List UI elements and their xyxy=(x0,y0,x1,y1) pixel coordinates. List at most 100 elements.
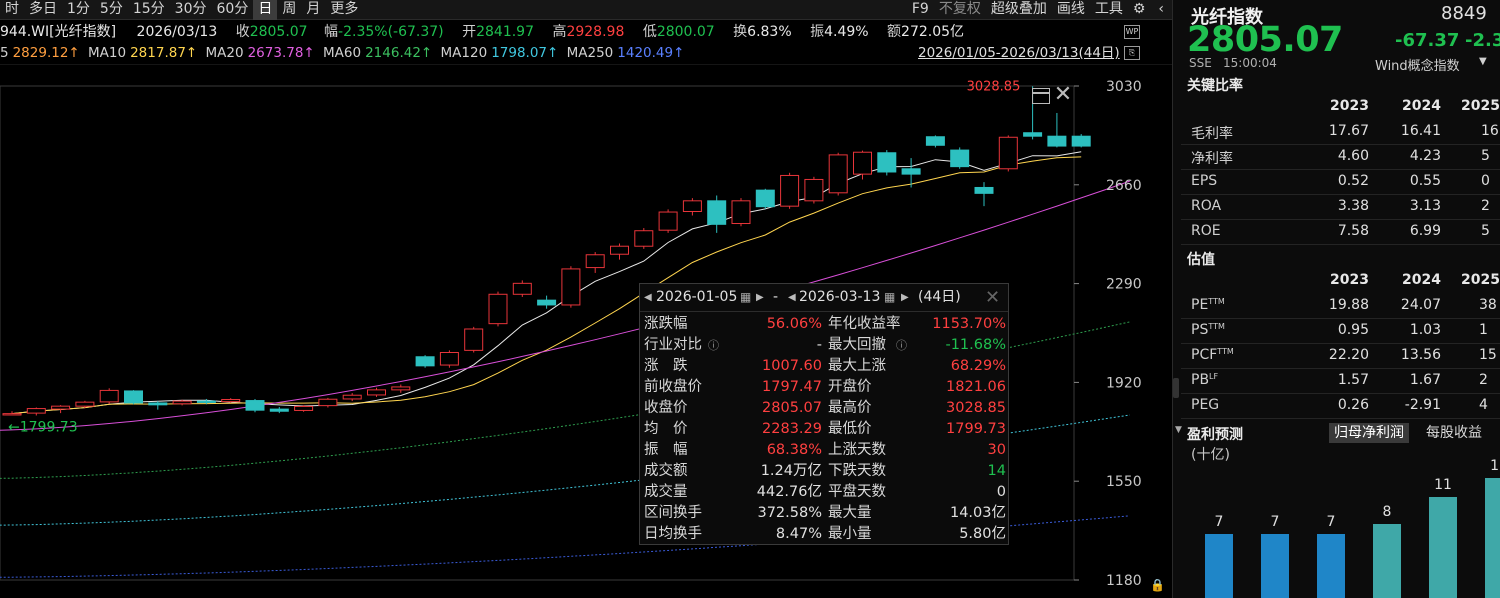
candle-body[interactable] xyxy=(221,398,241,403)
candle-body[interactable] xyxy=(464,328,484,351)
tab-eps[interactable]: 每股收益 xyxy=(1421,423,1487,443)
close-icon[interactable]: ✕ xyxy=(1052,84,1074,106)
period-tab-more[interactable]: 更多 xyxy=(325,0,363,20)
end-date-field[interactable]: 2026-03-13 xyxy=(799,284,880,311)
period-tab-15min[interactable]: 15分 xyxy=(128,0,170,20)
forecast-bar[interactable] xyxy=(1373,524,1401,598)
forecast-bar[interactable] xyxy=(1485,478,1500,598)
candle-body[interactable] xyxy=(901,168,921,175)
ratio-year-2023: 2023 xyxy=(1330,98,1369,114)
candle-body[interactable] xyxy=(585,254,605,269)
row-divider xyxy=(1181,393,1500,394)
tab-net-profit[interactable]: 归母净利润 xyxy=(1329,423,1409,443)
candle-body[interactable] xyxy=(75,401,95,407)
candle-body[interactable] xyxy=(998,136,1018,170)
forecast-bar[interactable] xyxy=(1205,534,1233,598)
period-tab-60min[interactable]: 60分 xyxy=(212,0,254,20)
period-tab-month[interactable]: 月 xyxy=(301,0,325,20)
end-prev-icon[interactable]: ◀ xyxy=(788,284,796,311)
chevron-left-icon[interactable]: ‹ xyxy=(1150,0,1172,20)
popup-close-icon[interactable]: ✕ xyxy=(985,284,1000,311)
end-next-icon[interactable]: ▶ xyxy=(901,284,909,311)
candle-body[interactable] xyxy=(148,402,168,406)
forecast-bar[interactable] xyxy=(1317,534,1345,598)
start-next-icon[interactable]: ▶ xyxy=(756,284,764,311)
start-date-field[interactable]: 2026-01-05 xyxy=(656,284,737,311)
candle-body[interactable] xyxy=(950,149,970,168)
candle-body[interactable] xyxy=(1071,135,1091,147)
candle-body[interactable] xyxy=(488,293,508,325)
candle-body[interactable] xyxy=(828,154,848,194)
candle-body[interactable] xyxy=(196,400,216,403)
forecast-bar[interactable] xyxy=(1429,497,1457,598)
lock-icon[interactable]: 🔒 xyxy=(1150,578,1165,592)
candle-body[interactable] xyxy=(1047,135,1067,147)
candle-body[interactable] xyxy=(26,408,46,414)
start-calendar-icon[interactable]: ▦ xyxy=(740,284,751,311)
candle-body[interactable] xyxy=(610,245,629,255)
help-icon[interactable]: ⓘ xyxy=(896,335,907,356)
overlay-button[interactable]: 超级叠加 xyxy=(986,0,1052,20)
period-tab-day[interactable]: 日 xyxy=(253,0,278,20)
forecast-bar[interactable] xyxy=(1261,534,1289,598)
candle-body[interactable] xyxy=(561,268,581,306)
end-calendar-icon[interactable]: ▦ xyxy=(884,284,895,311)
candle-body[interactable] xyxy=(2,413,22,416)
collapse-triangle-icon[interactable]: ▼ xyxy=(1175,425,1182,435)
candle-body[interactable] xyxy=(415,356,435,367)
panel-scrollbar[interactable] xyxy=(1173,378,1179,398)
candle-body[interactable] xyxy=(318,398,338,407)
candle-body[interactable] xyxy=(804,178,824,202)
valuation-label-text: PB xyxy=(1191,372,1210,388)
candle-body[interactable] xyxy=(172,400,192,405)
candle-body[interactable] xyxy=(391,386,411,391)
candle-body[interactable] xyxy=(269,408,289,412)
f9-button[interactable]: F9 xyxy=(907,0,934,20)
candle-body[interactable] xyxy=(853,151,872,175)
candle-body[interactable] xyxy=(342,394,362,400)
candle-body[interactable] xyxy=(974,186,994,194)
candle-body[interactable] xyxy=(367,389,386,396)
period-tab-week[interactable]: 周 xyxy=(277,0,301,20)
period-tab-5min[interactable]: 5分 xyxy=(95,0,128,20)
candle-body[interactable] xyxy=(294,405,314,411)
candle-body[interactable] xyxy=(925,136,945,146)
export-icon[interactable]: ⎘ xyxy=(1124,46,1140,60)
candle-body[interactable] xyxy=(634,230,654,247)
tools-button[interactable]: 工具 xyxy=(1090,0,1128,20)
y-tick-label: 3030 xyxy=(1106,79,1142,95)
adjust-button[interactable]: 不复权 xyxy=(934,0,986,20)
candle-body[interactable] xyxy=(877,152,897,173)
gear-icon[interactable]: ⚙ xyxy=(1128,0,1151,20)
candle-body[interactable] xyxy=(755,189,775,208)
candle-body[interactable] xyxy=(245,400,265,411)
period-tab-multiday[interactable]: 多日 xyxy=(24,0,62,20)
chart-frame-toggle-icon[interactable] xyxy=(1032,88,1050,104)
period-tab-1min[interactable]: 1分 xyxy=(62,0,95,20)
period-tab-30min[interactable]: 30分 xyxy=(170,0,212,20)
candle-body[interactable] xyxy=(707,200,727,225)
candle-body[interactable] xyxy=(537,299,557,306)
candle-body[interactable] xyxy=(682,200,702,213)
candle-body[interactable] xyxy=(512,282,532,295)
period-tab-time[interactable]: 时 xyxy=(0,0,24,20)
help-icon[interactable]: ⓘ xyxy=(708,335,719,356)
row-divider xyxy=(1181,244,1500,245)
wind-badge-icon[interactable]: WP xyxy=(1124,25,1140,39)
start-prev-icon[interactable]: ◀ xyxy=(644,284,652,311)
amplitude-value: 4.49% xyxy=(824,24,869,40)
candle-body[interactable] xyxy=(658,211,678,231)
val-year-2024: 2024 xyxy=(1402,272,1441,288)
draw-line-button[interactable]: 画线 xyxy=(1052,0,1090,20)
candle-body[interactable] xyxy=(1023,132,1043,137)
candle-body[interactable] xyxy=(439,351,459,366)
forecast-bar-label: 7 xyxy=(1214,514,1224,530)
dropdown-icon[interactable]: ▼ xyxy=(1479,56,1487,67)
date-range-link[interactable]: 2026/01/05-2026/03/13(44日) xyxy=(918,43,1120,63)
concept-label[interactable]: Wind概念指数 xyxy=(1375,55,1460,74)
candle-body[interactable] xyxy=(124,390,143,404)
candle-body[interactable] xyxy=(51,405,71,410)
candle-body[interactable] xyxy=(99,389,119,403)
candle-body[interactable] xyxy=(731,200,751,225)
candle-body[interactable] xyxy=(780,174,800,207)
